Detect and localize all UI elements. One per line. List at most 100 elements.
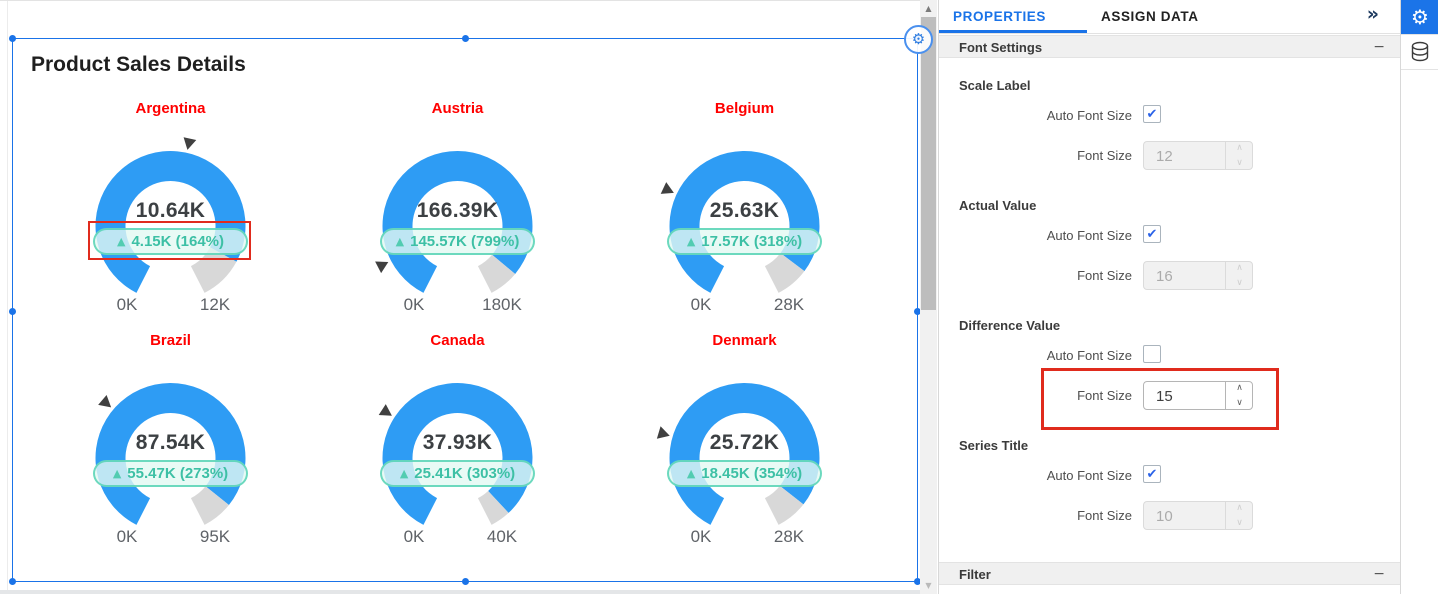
auto-font-size-checkbox[interactable]: ✔: [1143, 225, 1161, 243]
gauge-scale-max: 28K: [773, 527, 805, 546]
resize-handle-bottom-left[interactable]: [9, 578, 16, 585]
gauge-scale-max: 95K: [199, 527, 231, 546]
gauge-scale-min: 0K: [403, 295, 425, 314]
stepper[interactable]: ∧ ∨: [1225, 262, 1252, 289]
gauge-series-title: Austria: [431, 100, 484, 117]
gauge-tile-belgium[interactable]: Belgium 25.63K ▲ 17.57K (318%) 0K 28K: [601, 92, 888, 324]
tab-assign-data[interactable]: ASSIGN DATA: [1087, 0, 1227, 33]
font-size-input[interactable]: 10 ∧ ∨: [1143, 501, 1253, 530]
font-size-input[interactable]: 16 ∧ ∨: [1143, 261, 1253, 290]
stepper-down-icon: ∨: [1236, 158, 1243, 168]
increase-arrow-icon: ▲: [112, 467, 122, 480]
gauge-scale-max: 180K: [482, 295, 522, 314]
app-root: Product Sales Details Argentina 10.64K ▲ 4.…: [0, 0, 1438, 594]
gauge-widget[interactable]: Product Sales Details Argentina 10.64K ▲ 4.…: [9, 25, 933, 585]
resize-handle-bottom-middle[interactable]: [462, 578, 469, 585]
group-title: Series Title: [959, 438, 1029, 453]
gauge-difference-pill: ▲ 17.57K (318%): [667, 228, 822, 255]
section-header-font-settings[interactable]: Font Settings −: [939, 35, 1401, 58]
gauge-difference-pill: ▲ 145.57K (799%): [380, 228, 535, 255]
stepper[interactable]: ∧ ∨: [1225, 142, 1252, 169]
group-title: Actual Value: [959, 198, 1037, 213]
gauge-tile-argentina[interactable]: Argentina 10.64K ▲ 4.15K (164%) 0K 12K: [27, 92, 314, 324]
increase-arrow-icon: ▲: [686, 235, 696, 248]
gauge-scale-max: 28K: [773, 295, 805, 314]
target-marker-icon: [378, 404, 392, 416]
data-source-icon[interactable]: [1401, 35, 1438, 70]
gauge-tile-brazil[interactable]: Brazil 87.54K ▲ 55.47K (273%) 0K 95K: [27, 324, 314, 556]
increase-arrow-icon: ▲: [395, 235, 405, 248]
canvas-bottom-edge: [0, 590, 920, 594]
auto-font-size-label: Auto Font Size: [1046, 108, 1132, 123]
stepper-down-icon: ∨: [1236, 278, 1243, 288]
panel-tab-bar: PROPERTIES ASSIGN DATA »: [939, 0, 1401, 34]
stepper-up-icon: ∧: [1236, 503, 1243, 513]
gauge-actual-value: 10.64K: [135, 199, 206, 222]
canvas-scrollbar[interactable]: ▲ ▼: [920, 0, 937, 594]
highlight-box-font-size: [1041, 368, 1279, 430]
checkmark-icon: ✔: [1146, 227, 1158, 242]
stepper-down-icon: ∨: [1236, 518, 1243, 528]
group-actual-value: Actual Value Auto Font Size ✔ Font Size …: [939, 198, 1401, 308]
gauge-series-title: Canada: [430, 332, 485, 349]
gauge-scale-min: 0K: [690, 527, 712, 546]
gauge-grid: Argentina 10.64K ▲ 4.15K (164%) 0K 12K Austria…: [27, 92, 888, 556]
side-toolbar: ⚙: [1400, 0, 1438, 594]
gauge-difference-value: 17.57K (318%): [701, 233, 803, 250]
font-size-label: Font Size: [1077, 508, 1132, 523]
scrollbar-thumb[interactable]: [921, 17, 936, 310]
gauge-actual-value: 37.93K: [422, 431, 493, 454]
gauge-tile-denmark[interactable]: Denmark 25.72K ▲ 18.45K (354%) 0K 28K: [601, 324, 888, 556]
checkmark-icon: ✔: [1146, 107, 1158, 122]
section-title: Filter: [959, 567, 991, 582]
gauge-difference-pill: ▲ 55.47K (273%): [93, 460, 248, 487]
font-size-label: Font Size: [1077, 268, 1132, 283]
dashboard-canvas[interactable]: Product Sales Details Argentina 10.64K ▲ 4.…: [0, 0, 933, 594]
highlight-box-difference: [88, 221, 251, 260]
stepper[interactable]: ∧ ∨: [1225, 502, 1252, 529]
auto-font-size-checkbox[interactable]: ✔: [1143, 345, 1161, 363]
increase-arrow-icon: ▲: [686, 467, 696, 480]
target-marker-icon: [660, 182, 674, 194]
stepper-up-icon: ∧: [1236, 143, 1243, 153]
scroll-down-icon[interactable]: ▼: [920, 577, 937, 594]
gauge-actual-value: 166.39K: [416, 199, 499, 222]
gauge-tile-austria[interactable]: Austria 166.39K ▲ 145.57K (799%) 0K 180K: [314, 92, 601, 324]
collapse-section-icon[interactable]: −: [1373, 39, 1385, 55]
font-size-input[interactable]: 12 ∧ ∨: [1143, 141, 1253, 170]
font-size-value: 16: [1156, 268, 1173, 285]
auto-font-size-checkbox[interactable]: ✔: [1143, 105, 1161, 123]
resize-handle-top-middle[interactable]: [462, 35, 469, 42]
group-title: Difference Value: [959, 318, 1061, 333]
gauge-scale-min: 0K: [116, 295, 138, 314]
checkmark-icon: ✔: [1146, 467, 1158, 482]
gauge-difference-value: 25.41K (303%): [414, 465, 516, 482]
increase-arrow-icon: ▲: [399, 467, 409, 480]
auto-font-size-label: Auto Font Size: [1046, 348, 1132, 363]
collapse-panel-icon[interactable]: »: [1367, 3, 1379, 25]
resize-handle-top-left[interactable]: [9, 35, 16, 42]
properties-gear-icon[interactable]: ⚙: [1401, 0, 1438, 35]
gauge-scale-max: 40K: [486, 527, 518, 546]
target-marker-icon: [183, 137, 197, 150]
gauge-series-title: Brazil: [150, 332, 191, 349]
gauge-actual-value: 25.72K: [709, 431, 780, 454]
widget-settings-icon[interactable]: ⚙: [904, 25, 933, 54]
properties-panel: PROPERTIES ASSIGN DATA » Font Settings −…: [938, 0, 1401, 594]
gauge-tile-canada[interactable]: Canada 37.93K ▲ 25.41K (303%) 0K 40K: [314, 324, 601, 556]
gauge-series-title: Belgium: [714, 100, 775, 117]
collapse-section-icon[interactable]: −: [1373, 566, 1385, 582]
auto-font-size-checkbox[interactable]: ✔: [1143, 465, 1161, 483]
auto-font-size-label: Auto Font Size: [1046, 468, 1132, 483]
gauge-actual-value: 87.54K: [135, 431, 206, 454]
section-header-filter[interactable]: Filter −: [939, 562, 1401, 585]
group-series-title: Series Title Auto Font Size ✔ Font Size …: [939, 438, 1401, 548]
tab-properties[interactable]: PROPERTIES: [939, 0, 1087, 33]
gauge-series-title: Denmark: [712, 332, 777, 349]
gauge-actual-value: 25.63K: [709, 199, 780, 222]
canvas-edge-line: [7, 1, 8, 594]
font-size-label: Font Size: [1077, 148, 1132, 163]
resize-handle-left-middle[interactable]: [9, 308, 16, 315]
scroll-up-icon[interactable]: ▲: [920, 0, 937, 17]
widget-title: Product Sales Details: [31, 53, 246, 76]
